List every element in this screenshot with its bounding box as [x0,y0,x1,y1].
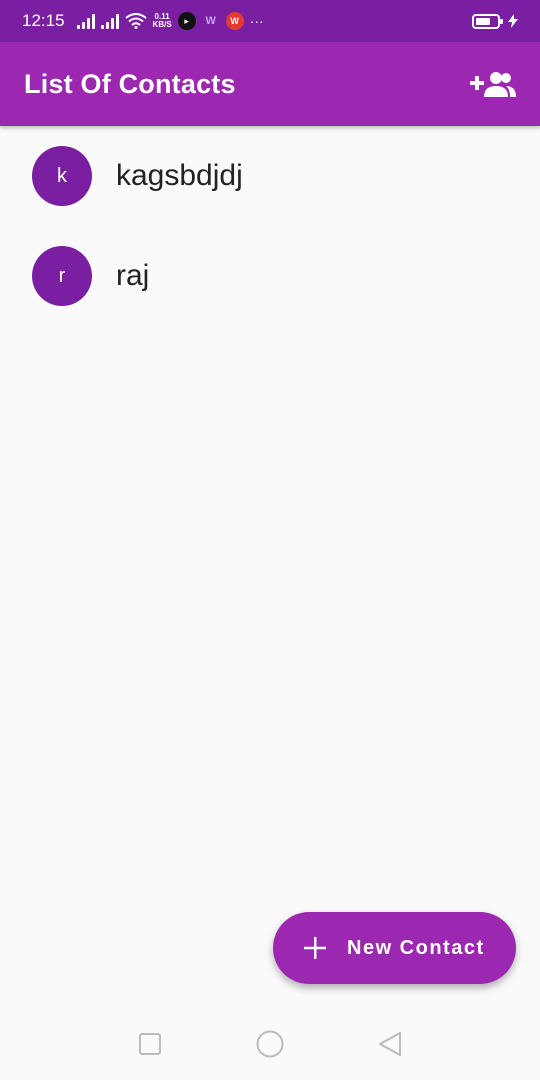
net-speed-unit: KB/S [152,20,172,29]
signal-1-icon [76,13,95,29]
status-time: 12:15 [22,11,65,30]
page-title: List Of Contacts [24,68,236,99]
net-speed: 0.11 KB/S [153,13,172,29]
battery-icon [472,13,503,29]
back-triangle-icon [379,1032,401,1056]
contact-list-item[interactable]: r raj [0,226,540,326]
status-left: 12:15 0.11 KB/S ▸ W W ··· [22,11,264,31]
home-button[interactable] [250,1024,290,1064]
app-bar: List Of Contacts [0,42,540,126]
home-circle-icon [256,1030,284,1058]
new-contact-label: New Contact [347,936,485,959]
wps-app-notification-icon: W [225,12,244,30]
avatar: k [32,146,92,206]
contact-list: k kagsbdjdj r raj [0,126,540,326]
avatar: r [32,246,92,306]
office-app-notification-icon: W [205,15,216,27]
plus-icon [304,937,326,959]
recents-button[interactable] [130,1024,170,1064]
charging-bolt-icon [508,14,518,28]
signal-2-icon [100,13,119,29]
more-notifications-icon: ··· [249,13,264,29]
wifi-icon [124,13,147,29]
system-nav-bar [0,1008,540,1080]
back-button[interactable] [370,1024,410,1064]
contact-name: kagsbdjdj [116,159,243,192]
status-right [472,13,518,29]
status-bar: 12:15 0.11 KB/S ▸ W W ··· [0,0,540,42]
contact-list-item[interactable]: k kagsbdjdj [0,126,540,226]
contact-name: raj [116,259,150,292]
avatar-initial: k [57,164,67,187]
recents-square-icon [139,1033,161,1055]
video-app-notification-icon: ▸ [177,12,196,30]
avatar-initial: r [58,264,66,287]
group-add-icon [470,72,516,97]
battery-fill [476,17,490,25]
add-contacts-button[interactable] [468,64,516,104]
new-contact-button[interactable]: New Contact [273,912,516,984]
